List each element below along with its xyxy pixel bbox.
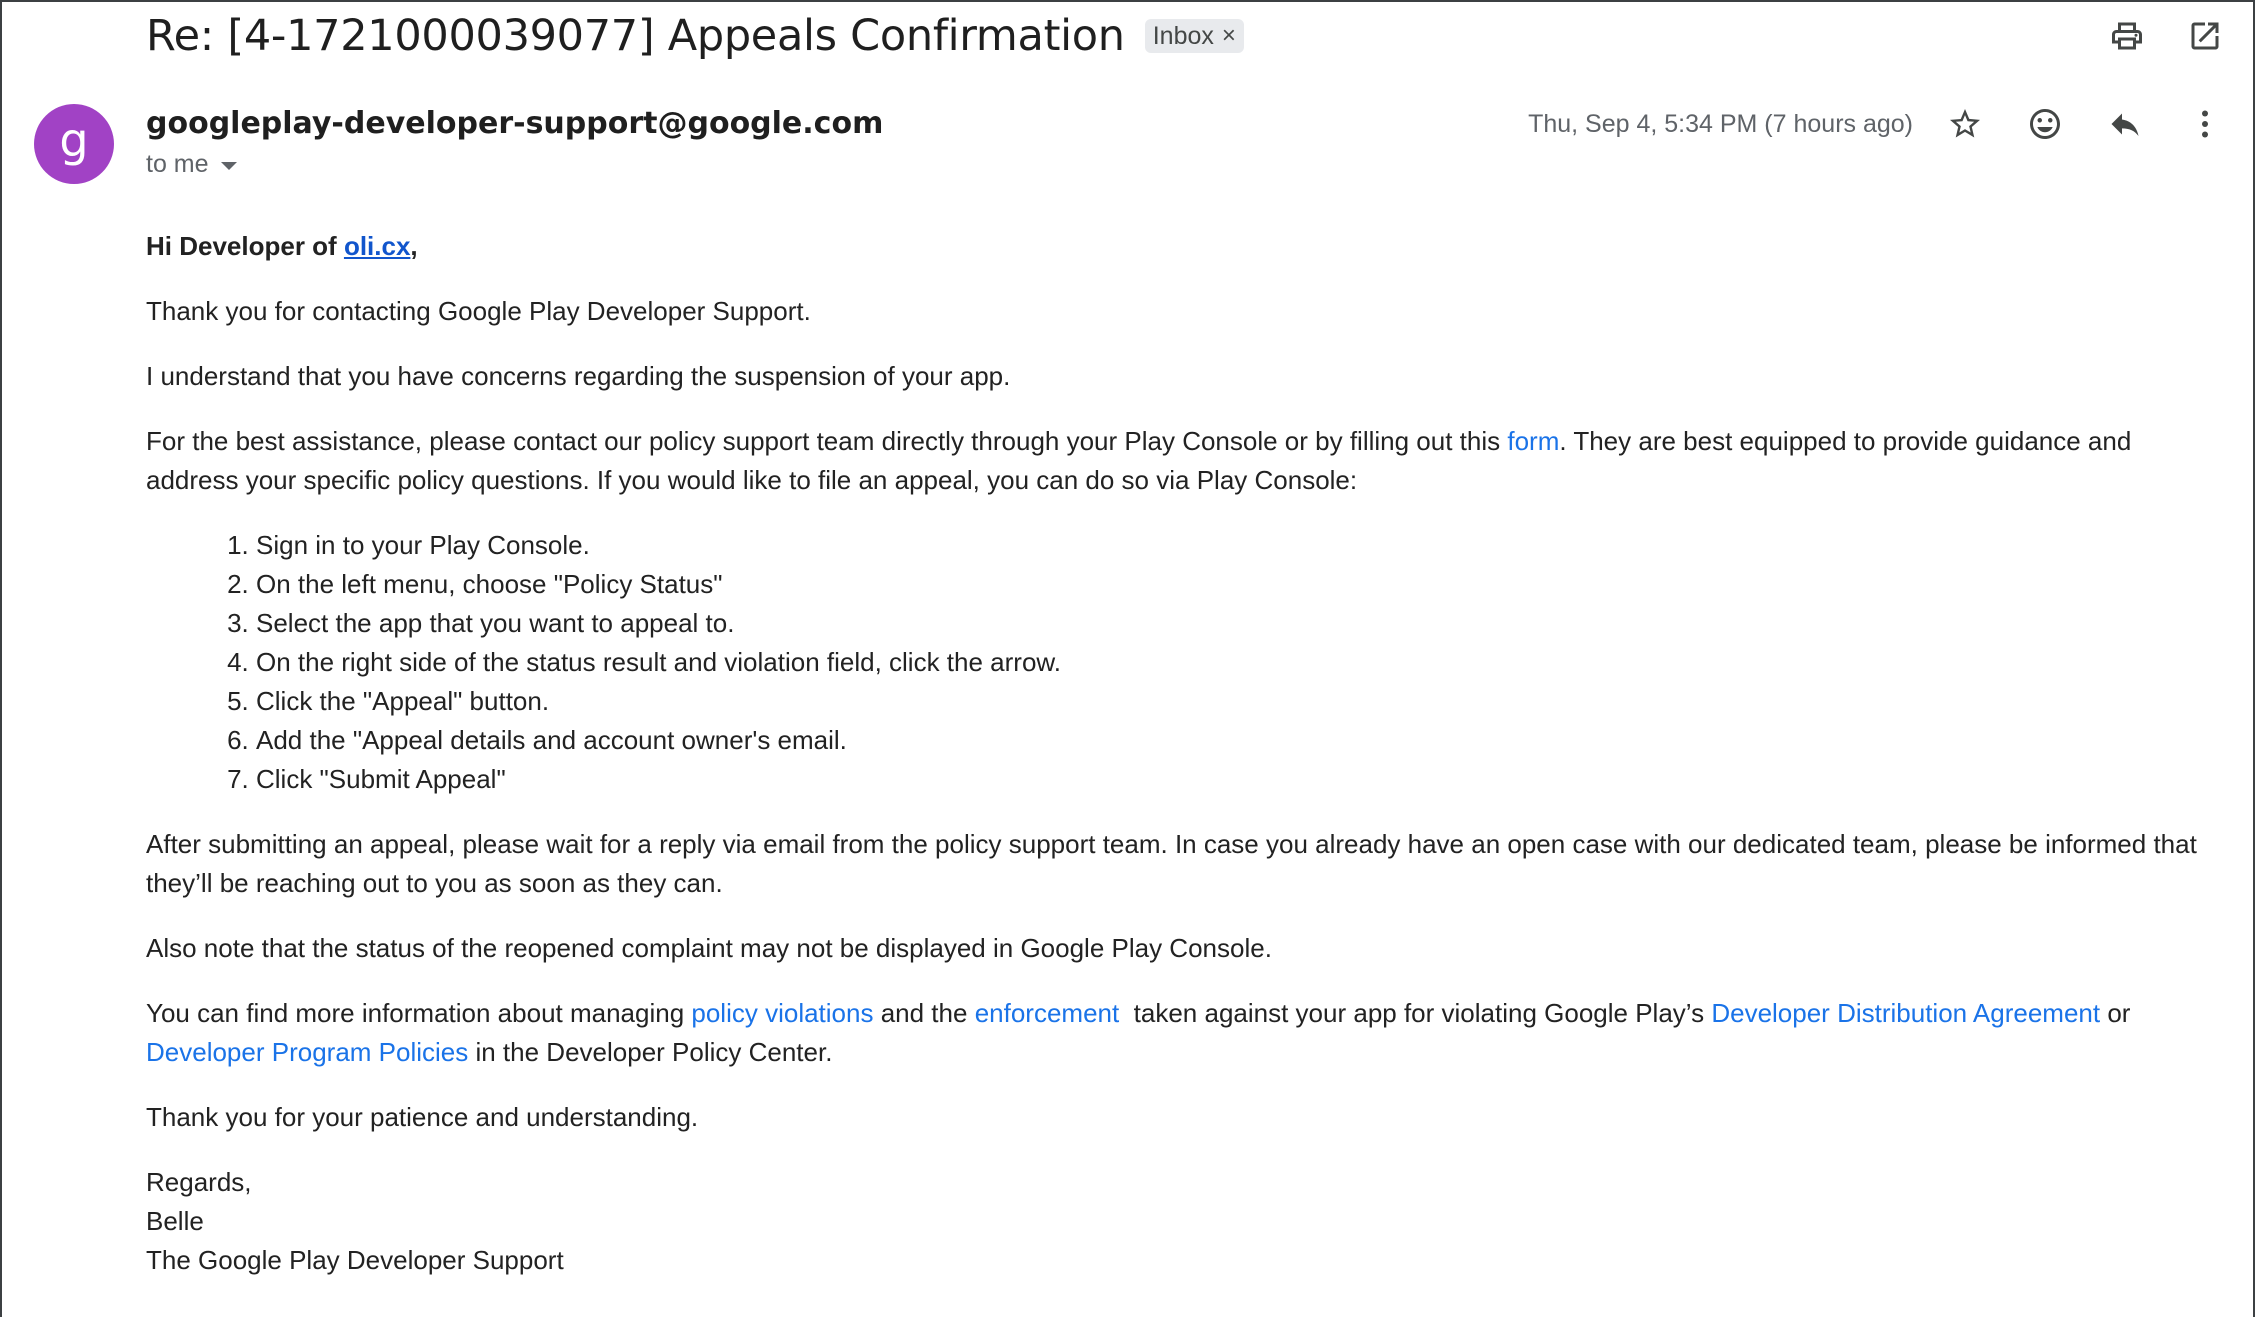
paragraph-assistance: For the best assistance, please contact … bbox=[146, 422, 2206, 500]
signature-team: The Google Play Developer Support bbox=[146, 1245, 564, 1275]
list-item: Select the app that you want to appeal t… bbox=[256, 604, 2206, 643]
list-item: Sign in to your Play Console. bbox=[256, 526, 2206, 565]
paragraph-patience: Thank you for your patience and understa… bbox=[146, 1102, 699, 1132]
print-icon[interactable] bbox=[2105, 14, 2149, 58]
message-meta: Thu, Sep 4, 5:34 PM (7 hours ago) bbox=[1528, 102, 2227, 146]
list-item: On the left menu, choose "Policy Status" bbox=[256, 565, 2206, 604]
greeting: Hi Developer of oli.cx, bbox=[146, 227, 2206, 266]
paragraph-after-submitting: After submitting an appeal, please wait … bbox=[146, 829, 2197, 898]
star-icon[interactable] bbox=[1943, 102, 1987, 146]
open-in-new-window-icon[interactable] bbox=[2183, 14, 2227, 58]
emoji-reaction-icon[interactable] bbox=[2023, 102, 2067, 146]
recipient-details-toggle[interactable]: to me bbox=[146, 150, 237, 179]
subject-row: Re: [4-1721000039077] Appeals Confirmati… bbox=[146, 8, 1244, 64]
more-vert-icon[interactable] bbox=[2183, 102, 2227, 146]
greeting-comma: , bbox=[410, 231, 418, 261]
signature-name: Belle bbox=[146, 1206, 204, 1236]
sender-email[interactable]: googleplay-developer-support@google.com bbox=[146, 106, 883, 141]
more-info-text-a: You can find more information about mana… bbox=[146, 998, 692, 1028]
appeal-steps-list: Sign in to your Play Console. On the lef… bbox=[146, 526, 2206, 799]
developer-distribution-agreement-link[interactable]: Developer Distribution Agreement bbox=[1711, 998, 2100, 1028]
form-link[interactable]: form bbox=[1507, 426, 1559, 456]
reply-icon[interactable] bbox=[2103, 102, 2147, 146]
list-item: On the right side of the status result a… bbox=[256, 643, 2206, 682]
paragraph-concerns: I understand that you have concerns rega… bbox=[146, 361, 1011, 391]
paragraph-more-info: You can find more information about mana… bbox=[146, 994, 2206, 1072]
assistance-text-a: For the best assistance, please contact … bbox=[146, 426, 1508, 456]
greeting-text: Hi Developer of bbox=[146, 231, 344, 261]
list-item: Click the "Appeal" button. bbox=[256, 682, 2206, 721]
more-info-text-d: or bbox=[2100, 998, 2131, 1028]
recipient-text: to me bbox=[146, 150, 209, 178]
chevron-down-icon[interactable] bbox=[220, 162, 237, 170]
inbox-label-chip[interactable]: Inbox × bbox=[1144, 19, 1244, 53]
more-info-text-b: and the bbox=[873, 998, 975, 1028]
paragraph-thanks: Thank you for contacting Google Play Dev… bbox=[146, 296, 811, 326]
list-item: Add the "Appeal details and account owne… bbox=[256, 721, 2206, 760]
policy-violations-link[interactable]: policy violations bbox=[691, 998, 873, 1028]
more-info-text-c: taken against your app for violating Goo… bbox=[1119, 998, 1712, 1028]
email-subject: Re: [4-1721000039077] Appeals Confirmati… bbox=[146, 11, 1125, 61]
sender-avatar[interactable]: g bbox=[34, 104, 114, 184]
label-text: Inbox bbox=[1152, 21, 1214, 50]
enforcement-link[interactable]: enforcement bbox=[975, 998, 1120, 1028]
remove-label-icon[interactable]: × bbox=[1222, 22, 1236, 50]
message-timestamp: Thu, Sep 4, 5:34 PM (7 hours ago) bbox=[1528, 109, 1913, 138]
more-info-text-e: in the Developer Policy Center. bbox=[468, 1037, 833, 1067]
developer-program-policies-link[interactable]: Developer Program Policies bbox=[146, 1037, 468, 1067]
email-body: Hi Developer of oli.cx, Thank you for co… bbox=[146, 227, 2206, 1280]
signature: Regards, Belle The Google Play Developer… bbox=[146, 1163, 2206, 1280]
paragraph-status-note: Also note that the status of the reopene… bbox=[146, 933, 1272, 963]
thread-toolbar bbox=[2105, 14, 2227, 58]
app-link[interactable]: oli.cx bbox=[344, 231, 410, 261]
signature-regards: Regards, bbox=[146, 1167, 252, 1197]
list-item: Click "Submit Appeal" bbox=[256, 760, 2206, 799]
